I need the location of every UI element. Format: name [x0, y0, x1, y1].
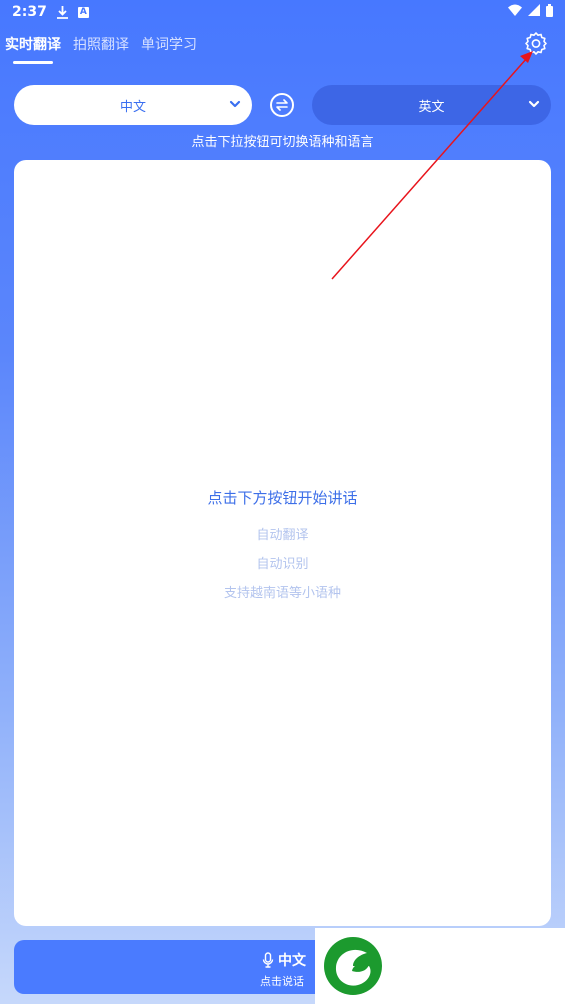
- chevron-down-icon: [229, 100, 241, 108]
- status-time: 2:37: [12, 4, 47, 20]
- feature-auto-recognize: 自动识别: [256, 557, 309, 572]
- translation-card: 点击下方按钮开始讲话 自动翻译 自动识别 支持越南语等小语种: [14, 160, 551, 926]
- target-language-select[interactable]: 英文: [312, 85, 551, 125]
- leaf-logo-icon: [324, 937, 382, 995]
- gear-icon: [525, 32, 547, 55]
- feature-minor-languages: 支持越南语等小语种: [223, 586, 341, 601]
- speak-hint: 点击说话: [260, 975, 304, 988]
- status-bar: 2:37 A: [0, 0, 565, 24]
- language-switch-hint: 点击下拉按钮可切换语种和语言: [191, 135, 374, 150]
- top-tabs: 实时翻译 拍照翻译 单词学习: [5, 34, 197, 64]
- target-language-label: 英文: [418, 99, 445, 115]
- tab-word-learning[interactable]: 单词学习: [141, 34, 197, 64]
- battery-icon: [546, 3, 553, 21]
- tab-photo-translate[interactable]: 拍照翻译: [73, 34, 129, 64]
- signal-icon: [528, 4, 540, 20]
- download-icon: [56, 5, 68, 19]
- swap-icon: [276, 99, 288, 111]
- speak-language-label: 中文: [278, 953, 306, 969]
- feature-auto-translate: 自动翻译: [256, 528, 309, 543]
- speak-language: 中文: [262, 950, 306, 970]
- logo-watermark: [315, 928, 565, 1004]
- tab-realtime-translate[interactable]: 实时翻译: [5, 34, 61, 64]
- swap-language-button[interactable]: [270, 93, 294, 117]
- app-notification-icon: A: [77, 6, 89, 18]
- microphone-icon: [262, 952, 274, 968]
- source-language-select[interactable]: 中文: [14, 85, 252, 125]
- source-language-label: 中文: [119, 99, 146, 115]
- chevron-down-icon: [528, 100, 540, 108]
- settings-button[interactable]: [524, 31, 548, 55]
- start-speaking-prompt: 点击下方按钮开始讲话: [207, 489, 358, 507]
- wifi-icon: [508, 4, 522, 20]
- language-selector-row: 中文 英文: [14, 85, 551, 125]
